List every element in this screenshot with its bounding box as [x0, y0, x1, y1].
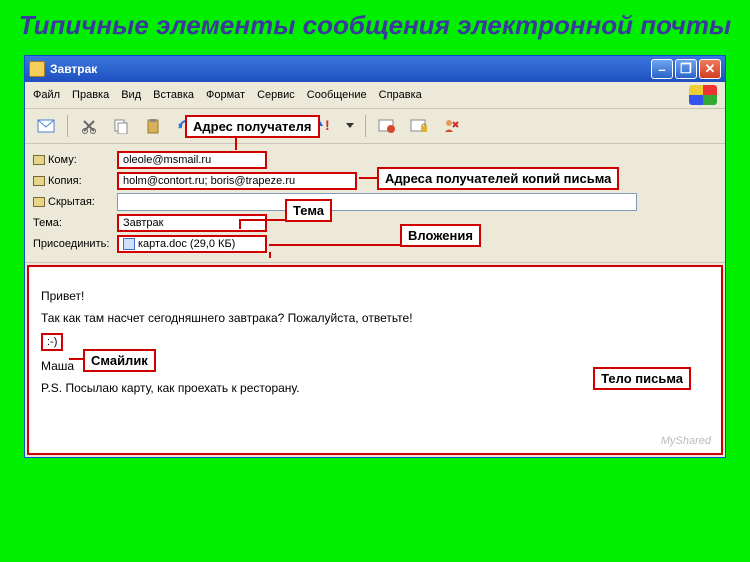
slide-title: Типичные элементы сообщения электронной … [0, 0, 750, 55]
callout-recipient: Адрес получателя [185, 115, 320, 138]
svg-text:!: ! [325, 117, 330, 133]
send-button[interactable] [33, 113, 59, 139]
menu-tools[interactable]: Сервис [257, 89, 295, 101]
attach-input[interactable]: карта.doc (29,0 КБ) [117, 235, 267, 253]
menubar: Файл Правка Вид Вставка Формат Сервис Со… [25, 82, 725, 109]
attach-value: карта.doc (29,0 КБ) [138, 238, 235, 250]
menu-format[interactable]: Формат [206, 89, 245, 101]
file-icon [123, 238, 135, 250]
addressbook-icon [33, 155, 45, 165]
watermark: MyShared [661, 435, 711, 447]
envelope-seal-icon [378, 119, 396, 133]
callout-cc: Адреса получателей копий письма [377, 167, 619, 190]
menu-help[interactable]: Справка [379, 89, 422, 101]
person-offline-icon [442, 118, 460, 134]
window-title: Завтрак [50, 62, 97, 76]
paste-button[interactable] [140, 113, 166, 139]
attach-label: Присоединить: [33, 238, 117, 250]
menu-insert[interactable]: Вставка [153, 89, 194, 101]
addressbook-icon [33, 197, 45, 207]
menu-edit[interactable]: Правка [72, 89, 109, 101]
message-body[interactable]: Привет! Так как там насчет сегодняшнего … [27, 265, 723, 455]
callout-subject: Тема [285, 199, 332, 222]
callout-attachments: Вложения [400, 224, 481, 247]
titlebar: Завтрак – ❐ ✕ [25, 56, 725, 82]
dropdown-button[interactable] [343, 113, 357, 139]
chevron-down-icon [346, 123, 354, 129]
to-input[interactable]: oleole@msmail.ru [117, 151, 267, 169]
encrypt-button[interactable] [406, 113, 432, 139]
body-line: Привет! [41, 289, 709, 303]
email-window: Завтрак – ❐ ✕ Файл Правка Вид Вставка Фо… [24, 55, 726, 458]
offline-button[interactable] [438, 113, 464, 139]
copy-button[interactable] [108, 113, 134, 139]
app-icon [29, 61, 45, 77]
scissors-icon [81, 118, 97, 134]
envelope-lock-icon [410, 119, 428, 133]
cut-button[interactable] [76, 113, 102, 139]
menu-message[interactable]: Сообщение [307, 89, 367, 101]
smiley-text: :-) [41, 333, 63, 351]
minimize-button[interactable]: – [651, 59, 673, 79]
subject-input[interactable]: Завтрак [117, 214, 267, 232]
body-line: Так как там насчет сегодняшнего завтрака… [41, 311, 709, 325]
menu-file[interactable]: Файл [33, 89, 60, 101]
sign-button[interactable] [374, 113, 400, 139]
cc-input[interactable]: holm@contort.ru; boris@trapeze.ru [117, 172, 357, 190]
callout-smiley: Смайлик [83, 349, 156, 372]
clipboard-icon [145, 118, 161, 134]
bcc-input[interactable] [117, 193, 637, 211]
copy-icon [113, 118, 129, 134]
subject-label: Тема: [33, 217, 117, 229]
maximize-button[interactable]: ❐ [675, 59, 697, 79]
toolbar: ABC ! [25, 109, 725, 144]
cc-label: Копия: [33, 175, 117, 187]
menu-view[interactable]: Вид [121, 89, 141, 101]
to-label: Кому: [33, 154, 117, 166]
addressbook-icon [33, 176, 45, 186]
bcc-label: Скрытая: [33, 196, 117, 208]
envelope-icon [37, 119, 55, 133]
close-button[interactable]: ✕ [699, 59, 721, 79]
callout-body: Тело письма [593, 367, 691, 390]
header-fields: Кому: oleole@msmail.ru Копия: holm@conto… [25, 144, 725, 263]
windows-logo-icon [689, 85, 717, 105]
